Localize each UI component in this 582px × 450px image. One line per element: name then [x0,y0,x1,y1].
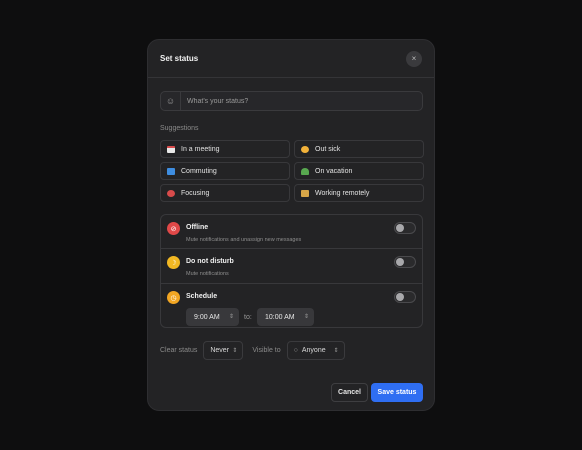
suggestion-label: Out sick [315,145,341,153]
toggle-knob [396,224,404,232]
suggestions-grid: In a meeting Out sick Commuting On vacat… [160,140,424,202]
smiley-icon[interactable]: ☺ [161,92,181,110]
suggestion-focusing[interactable]: Focusing [160,184,290,202]
suggestion-label: Focusing [181,189,210,197]
select-value: 10:00 AM [265,313,295,321]
option-description: Mute notifications and unassign new mess… [186,237,302,243]
schedule-from-select[interactable]: 9:00 AM ⇕ [186,308,239,326]
option-do-not-disturb: ☽ Do not disturb Mute notifications [161,249,422,284]
clear-visible-row: Clear status Never ⇕ Visible to ○ Anyone ⇕ [160,340,345,360]
suggestions-label: Suggestions [160,125,199,132]
palm-tree-icon [301,167,309,175]
select-value: Never [210,346,230,354]
target-icon [167,189,175,197]
globe-icon: ○ [293,346,298,354]
schedule-toggle[interactable] [394,291,416,303]
suggestion-commuting[interactable]: Commuting [160,162,290,180]
option-schedule: ◷ Schedule 9:00 AM ⇕ to: 10:00 AM ⇕ [161,284,422,328]
toggle-knob [396,293,404,301]
bus-icon [167,167,175,175]
chevron-updown-icon: ⇕ [303,314,309,320]
chevron-updown-icon: ⇕ [228,314,234,320]
suggestion-label: In a meeting [181,145,220,153]
suggestion-label: Working remotely [315,189,370,197]
suggestion-out-sick[interactable]: Out sick [294,140,424,158]
option-description: Mute notifications [186,271,229,277]
option-name: Schedule [186,293,218,300]
suggestion-working-remotely[interactable]: Working remotely [294,184,424,202]
dialog-title: Set status [160,54,199,63]
schedule-to-select[interactable]: 10:00 AM ⇕ [257,308,314,326]
calendar-icon [167,145,175,153]
chevron-updown-icon: ⇕ [232,347,238,354]
option-name: Do not disturb [186,258,234,265]
select-value: 9:00 AM [194,313,220,321]
save-status-button[interactable]: Save status [371,383,423,402]
suggestion-in-a-meeting[interactable]: In a meeting [160,140,290,158]
chevron-updown-icon: ⇕ [333,347,339,354]
schedule-to-label: to: [244,314,252,321]
house-icon [301,189,309,197]
toggle-knob [396,258,404,266]
status-input-wrapper: ☺ [160,91,423,111]
suggestion-label: On vacation [315,167,353,175]
moon-icon: ☽ [167,256,180,269]
status-options: ⊘ Offline Mute notifications and unassig… [160,214,423,328]
offline-toggle[interactable] [394,222,416,234]
visible-to-select[interactable]: ○ Anyone ⇕ [286,340,345,360]
option-offline: ⊘ Offline Mute notifications and unassig… [161,215,422,249]
cancel-button[interactable]: Cancel [331,383,368,402]
status-input[interactable] [181,97,422,105]
dnd-toggle[interactable] [394,256,416,268]
set-status-dialog: Set status × ☺ Suggestions In a meeting … [147,39,435,411]
option-name: Offline [186,224,209,231]
sick-face-icon [301,145,309,153]
visible-to-label: Visible to [252,346,281,354]
close-icon[interactable]: × [406,50,422,67]
select-value: Anyone [301,346,326,354]
dialog-header: Set status × [148,40,434,78]
suggestion-on-vacation[interactable]: On vacation [294,162,424,180]
bell-off-icon: ⊘ [167,222,180,235]
clear-status-select[interactable]: Never ⇕ [203,340,244,360]
clock-icon: ◷ [167,291,180,304]
suggestion-label: Commuting [181,167,217,175]
clear-status-label: Clear status [160,346,198,354]
